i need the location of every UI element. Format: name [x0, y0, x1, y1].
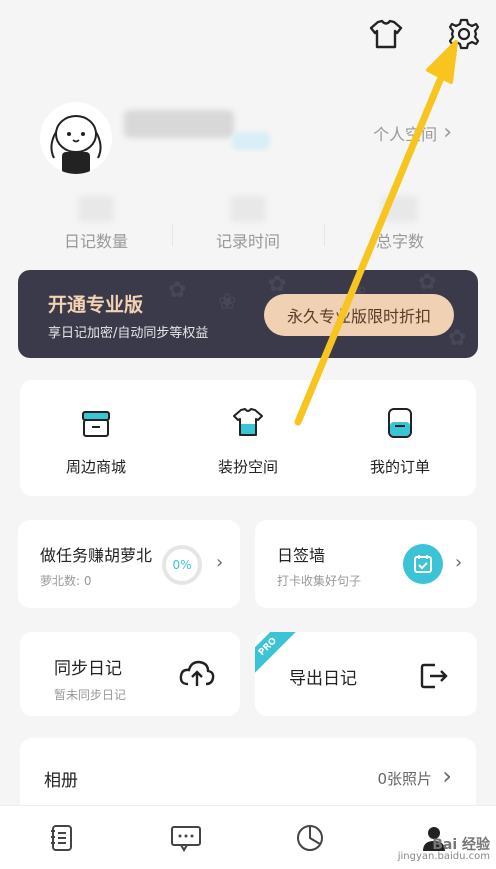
watermark-url: jingyan.baidu.com: [397, 851, 490, 862]
carrot-deco-icon: ✿: [168, 278, 187, 303]
pro-discount-button[interactable]: 永久专业版限时折扣: [264, 294, 454, 336]
shop-icon: [82, 411, 110, 437]
pro-title: 开通专业版: [48, 294, 144, 316]
sync-status: 暂未同步日记: [54, 688, 127, 702]
stat-word-count[interactable]: 总字数: [324, 190, 476, 252]
sign-wall-title: 日签墙: [277, 546, 326, 565]
sync-diary-card[interactable]: 同步日记 暂未同步日记: [20, 632, 240, 716]
chevron-right-icon: ›: [455, 552, 463, 573]
dress-up-label: 装扮空间: [217, 458, 278, 476]
nickname-blurred: [124, 110, 234, 138]
order-icon: [388, 408, 412, 438]
carrot-deco-icon: ✿: [418, 270, 437, 295]
sync-title: 同步日记: [54, 659, 122, 679]
stat-record-time[interactable]: 记录时间: [172, 190, 324, 252]
profile-header: 个人空间 ›: [0, 96, 496, 176]
rabbit-deco-icon: ❀: [218, 290, 237, 315]
dress-up-shirt-icon[interactable]: [368, 18, 404, 50]
export-title: 导出日记: [289, 669, 357, 689]
shop-entry[interactable]: 周边商城: [20, 380, 172, 496]
top-bar: [0, 0, 496, 70]
export-diary-card[interactable]: PRO 导出日记: [255, 632, 477, 716]
shirt-icon: [233, 408, 263, 436]
diary-tab-icon: [51, 824, 72, 851]
personal-space-label: 个人空间: [373, 124, 438, 144]
message-tab-icon: [171, 825, 201, 852]
stat-label: 日记数量: [63, 232, 128, 251]
stat-value-blurred: [230, 196, 266, 222]
stats-row: 日记数量 记录时间 总字数: [20, 190, 476, 252]
task-card[interactable]: 做任务赚胡萝北 萝北数: 0 0% ›: [18, 520, 240, 608]
cloud-upload-icon: [179, 660, 215, 686]
level-badge-blurred: [232, 132, 270, 150]
chevron-right-icon: ›: [442, 762, 452, 790]
sign-wall-card[interactable]: 日签墙 打卡收集好句子 ›: [255, 520, 477, 608]
tab-stats[interactable]: [248, 806, 372, 869]
stat-label: 记录时间: [215, 232, 280, 251]
pro-upgrade-banner[interactable]: ✿ ❀ ✿ ❀ ✿ ✿ 开通专业版 享日记加密/自动同步等权益 永久专业版限时折…: [18, 270, 478, 358]
sign-wall-subtitle: 打卡收集好句子: [277, 574, 362, 588]
album-title: 相册: [44, 771, 78, 791]
export-icon: [420, 663, 448, 689]
watermark-name: Bai 经验: [432, 837, 490, 853]
tab-messages[interactable]: [124, 806, 248, 869]
chevron-right-icon: ›: [216, 552, 224, 573]
pro-subtitle: 享日记加密/自动同步等权益: [48, 326, 209, 341]
orders-label: 我的订单: [369, 458, 430, 476]
avatar[interactable]: [40, 102, 112, 174]
chevron-right-icon: ›: [443, 120, 452, 145]
progress-percent: 0%: [172, 558, 192, 572]
dress-up-entry[interactable]: 装扮空间: [172, 380, 324, 496]
carrot-deco-icon: ✿: [448, 326, 467, 351]
quick-menu-card: 周边商城 装扮空间 我的订单: [20, 380, 476, 496]
gear-icon[interactable]: [446, 16, 482, 52]
baidu-jingyan-watermark: Bai 经验 jingyan.baidu.com: [397, 837, 490, 863]
task-carrot-count: 萝北数: 0: [40, 574, 92, 588]
stat-diary-count[interactable]: 日记数量: [20, 190, 172, 252]
personal-space-link[interactable]: 个人空间 ›: [373, 120, 452, 145]
photo-count: 0张照片: [377, 770, 432, 788]
shop-label: 周边商城: [65, 458, 126, 476]
stat-label: 总字数: [375, 232, 424, 251]
stats-tab-icon: [297, 824, 323, 851]
stat-value-blurred: [382, 196, 418, 222]
calendar-check-icon: [403, 544, 443, 584]
stat-value-blurred: [78, 196, 114, 222]
task-title: 做任务赚胡萝北: [40, 546, 153, 565]
orders-entry[interactable]: 我的订单: [324, 380, 476, 496]
tab-diary[interactable]: [0, 806, 124, 869]
